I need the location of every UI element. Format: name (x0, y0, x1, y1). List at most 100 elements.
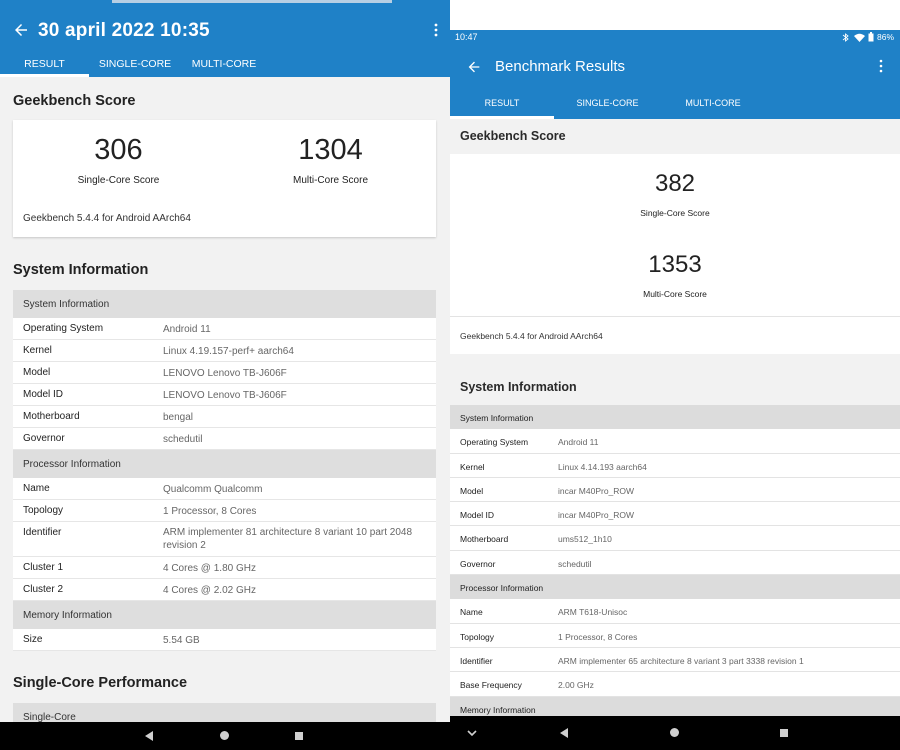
table-row: Operating System Android 11 (450, 429, 900, 454)
battery-icon (868, 32, 874, 42)
app-bar: 30 april 2022 10:35 RESULT SINGLE-CORE M… (0, 0, 450, 77)
row-label: Size (23, 634, 43, 645)
table-header-row: Single-Core (13, 703, 436, 722)
more-vert-icon[interactable] (878, 59, 884, 73)
table-row: Size 5.54 GB (13, 629, 436, 651)
row-label: Governor (23, 433, 65, 444)
row-value: Android 11 (558, 437, 599, 448)
status-strip (112, 0, 392, 3)
row-label: Memory Information (23, 610, 112, 621)
table-row: Motherboard ums512_1h10 (450, 526, 900, 551)
row-label: Kernel (23, 345, 52, 356)
row-label: Base Frequency (460, 680, 522, 691)
row-value: 1 Processor, 8 Cores (558, 631, 638, 642)
table-row: Cluster 2 4 Cores @ 2.02 GHz (13, 579, 436, 601)
table-row: Topology 1 Processor, 8 Cores (450, 624, 900, 648)
nav-home-icon[interactable] (220, 731, 229, 740)
multi-core-score: 1353 (648, 251, 702, 278)
row-label: Governor (460, 558, 496, 569)
row-value: 1 Processor, 8 Cores (163, 506, 257, 517)
table-row: Name ARM T618-Unisoc (450, 599, 900, 624)
system-info-table: System Information Operating System Andro… (450, 405, 900, 716)
row-label: Operating System (460, 437, 529, 448)
row-label: Identifier (23, 527, 62, 538)
row-value: Qualcomm Qualcomm (163, 484, 263, 495)
divider (450, 316, 900, 317)
table-row: Motherboard bengal (13, 406, 436, 428)
status-icons: 86% (841, 32, 894, 42)
section-title-single-core-performance: Single-Core Performance (13, 675, 188, 691)
navigation-bar-right (450, 716, 900, 750)
row-label: Cluster 2 (23, 584, 64, 595)
table-row: Kernel Linux 4.19.157-perf+ aarch64 (13, 340, 436, 362)
table-row: Operating System Android 11 (13, 318, 436, 340)
nav-back-icon[interactable] (145, 731, 153, 741)
section-title-system: System Information (13, 262, 149, 278)
row-value: 4 Cores @ 2.02 GHz (163, 585, 256, 596)
section-title-system: System Information (460, 380, 577, 394)
nav-recents-icon[interactable] (295, 732, 303, 740)
row-value: bengal (163, 412, 194, 423)
battery-percent: 86% (876, 32, 894, 42)
table-row: Base Frequency 2.00 GHz (450, 672, 900, 697)
multi-core-score: 1304 (298, 134, 363, 166)
top-gap (450, 0, 900, 30)
table-row: Model incar M40Pro_ROW (450, 478, 900, 503)
row-label: System Information (460, 413, 534, 423)
single-core-score: 382 (654, 170, 696, 197)
row-label: Topology (23, 505, 64, 516)
table-header-row: System Information (450, 405, 900, 430)
back-arrow-icon[interactable] (466, 59, 482, 75)
status-time: 10:47 (455, 32, 478, 42)
row-value: LENOVO Lenovo TB-J606F (163, 390, 287, 401)
row-label: Processor Information (460, 583, 544, 594)
nav-home-icon[interactable] (670, 728, 679, 737)
row-label: Operating System (23, 323, 104, 334)
row-label: Kernel (460, 461, 485, 472)
page-title: Benchmark Results (495, 58, 626, 75)
table-header-row: Memory Information (450, 696, 900, 716)
nav-recents-icon[interactable] (780, 729, 788, 737)
row-label: System Information (23, 299, 110, 310)
table-header-row: Processor Information (450, 575, 900, 600)
section-title-score: Geekbench Score (13, 93, 136, 109)
table-header-row: Memory Information (13, 601, 436, 629)
row-value: 4 Cores @ 1.80 GHz (163, 563, 256, 574)
table-row: Governor schedutil (13, 428, 436, 450)
row-label: Memory Information (460, 704, 536, 715)
score-card: 382 Single-Core Score 1353 Multi-Core Sc… (450, 154, 900, 354)
performance-table: Single-Core (13, 703, 436, 722)
row-value: schedutil (558, 558, 592, 569)
row-label: Identifier (460, 655, 493, 666)
row-label: Model ID (23, 389, 64, 400)
tab-single-core[interactable]: SINGLE-CORE (554, 95, 661, 119)
back-arrow-icon[interactable] (12, 21, 30, 39)
single-core-score: 306 (94, 134, 143, 166)
right-screenshot: 10:47 86% Benchmark Results RESULT SINGL… (450, 0, 900, 716)
table-row: Identifier ARM implementer 65 architectur… (450, 648, 900, 673)
table-row: Model ID LENOVO Lenovo TB-J606F (13, 384, 436, 406)
row-value: Linux 4.14.193 aarch64 (558, 461, 647, 472)
tab-single-core[interactable]: SINGLE-CORE (89, 57, 181, 77)
system-info-table: System Information Operating System Andro… (13, 290, 436, 651)
wifi-icon (853, 33, 865, 42)
nav-collapse-icon[interactable] (467, 730, 477, 737)
row-value: ARM implementer 65 architecture 8 varian… (558, 655, 804, 666)
row-label: Topology (460, 631, 495, 642)
status-bar: 10:47 86% (450, 30, 900, 46)
row-value: incar M40Pro_ROW (558, 485, 635, 496)
tab-multi-core[interactable]: MULTI-CORE (181, 57, 267, 77)
table-header-row: System Information (13, 290, 436, 318)
nav-back-icon[interactable] (560, 728, 568, 738)
row-label: Processor Information (23, 459, 121, 470)
table-row: Governor schedutil (450, 551, 900, 576)
tab-multi-core[interactable]: MULTI-CORE (661, 95, 765, 119)
row-label: Motherboard (23, 411, 80, 422)
table-row: Model ID incar M40Pro_ROW (450, 502, 900, 527)
row-value: ARM T618-Unisoc (558, 607, 628, 618)
single-core-label: Single-Core Score (640, 208, 710, 218)
tab-indicator (450, 116, 554, 119)
table-row: Identifier ARM implementer 81 architectur… (13, 522, 436, 557)
more-vert-icon[interactable] (432, 22, 440, 38)
table-row: Topology 1 Processor, 8 Cores (13, 500, 436, 522)
